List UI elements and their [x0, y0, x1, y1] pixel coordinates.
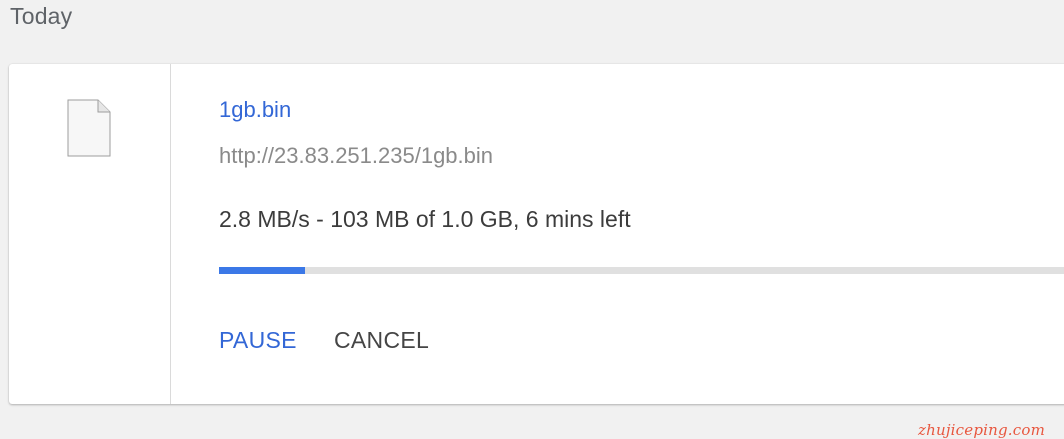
file-name-link[interactable]: 1gb.bin — [219, 97, 291, 123]
file-icon — [67, 99, 111, 157]
date-section-heading: Today — [10, 3, 73, 29]
progress-bar — [219, 267, 1064, 274]
pause-button[interactable]: PAUSE — [219, 327, 297, 354]
watermark-text: zhujiceping.com — [918, 421, 1046, 439]
download-item-card: 1gb.bin http://23.83.251.235/1gb.bin 2.8… — [9, 64, 1064, 439]
source-url[interactable]: http://23.83.251.235/1gb.bin — [219, 143, 493, 169]
download-status-text: 2.8 MB/s - 103 MB of 1.0 GB, 6 mins left — [219, 206, 631, 232]
file-icon-column — [9, 64, 171, 404]
cancel-button[interactable]: CANCEL — [334, 327, 429, 354]
download-details: 1gb.bin http://23.83.251.235/1gb.bin 2.8… — [219, 64, 1064, 404]
progress-bar-fill — [219, 267, 305, 274]
